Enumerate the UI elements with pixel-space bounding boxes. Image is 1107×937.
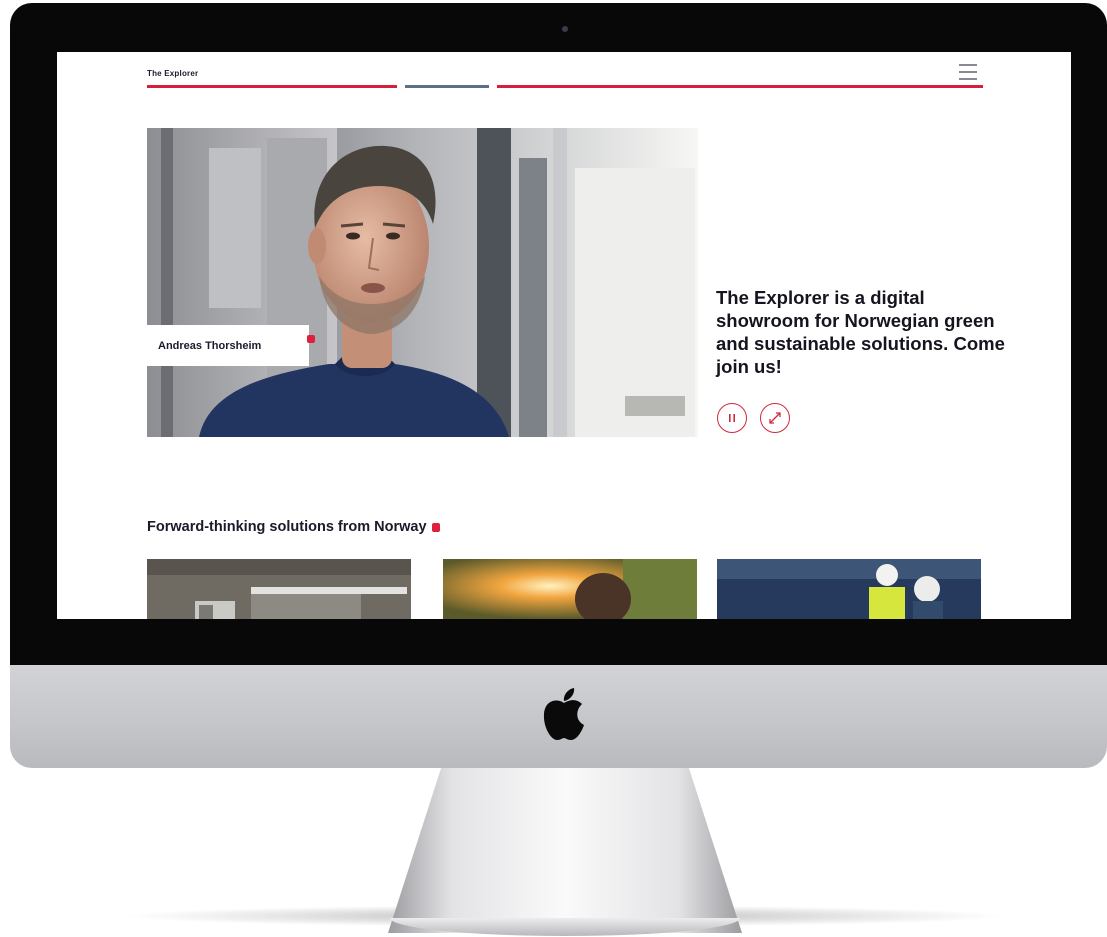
header-line-right [497, 85, 983, 88]
menu-button[interactable] [956, 61, 980, 83]
hamburger-icon [959, 64, 977, 66]
solution-card-2[interactable] [443, 559, 697, 619]
red-marker-icon [431, 523, 440, 532]
red-marker-icon [307, 335, 315, 343]
hero-video[interactable] [147, 128, 698, 437]
screen: The Explorer Andreas Thorsheim The Explo… [57, 52, 1071, 619]
solution-card-1[interactable] [147, 559, 411, 619]
section-title: Forward-thinking solutions from Norway [147, 519, 440, 535]
header-line-left [147, 85, 397, 88]
fullscreen-button[interactable] [760, 403, 790, 433]
person-name-label: Andreas Thorsheim [147, 325, 309, 366]
pause-button[interactable] [717, 403, 747, 433]
section-title-text: Forward-thinking solutions from Norway [147, 519, 427, 535]
imac-stand [388, 768, 742, 933]
header-line-middle [405, 85, 489, 88]
hamburger-icon-bar [959, 71, 977, 73]
engineers-solar-panels-image [717, 559, 981, 619]
pause-icon [729, 414, 735, 422]
hamburger-icon-bar [959, 78, 977, 80]
site-logo[interactable]: The Explorer [147, 69, 198, 78]
apple-icon [543, 688, 584, 740]
sunset-forest-image [443, 559, 697, 619]
imac-stand-base [390, 918, 740, 936]
hero-tagline: The Explorer is a digital showroom for N… [716, 287, 1005, 377]
expand-icon [769, 412, 781, 424]
solution-card-3[interactable] [717, 559, 981, 619]
building-facade-image [147, 559, 411, 619]
camera-icon [562, 26, 568, 32]
